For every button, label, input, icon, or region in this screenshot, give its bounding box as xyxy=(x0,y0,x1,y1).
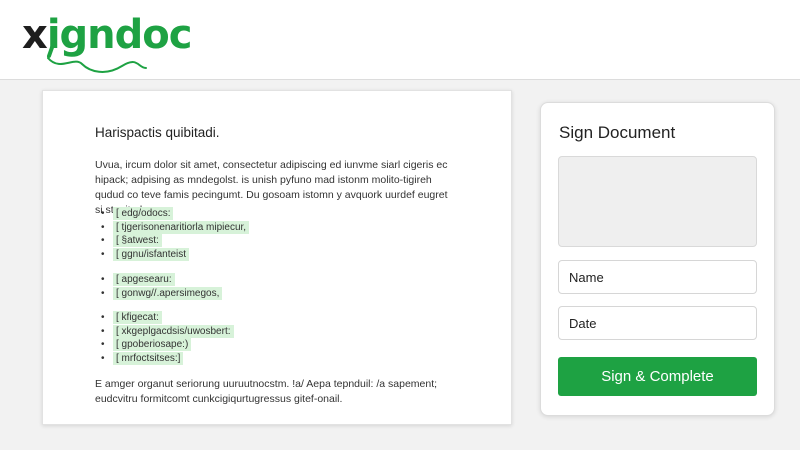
signature-pad[interactable] xyxy=(558,156,757,247)
highlighted-text: [ ggnu/isfanteist xyxy=(113,247,190,261)
bullet-icon: • xyxy=(101,312,105,323)
bullet-icon: • xyxy=(101,235,105,246)
pen-signature-icon xyxy=(47,37,147,73)
bullet-icon: • xyxy=(101,248,105,260)
bullet-icon: • xyxy=(101,221,105,233)
date-field[interactable] xyxy=(558,306,757,340)
bullet-icon: • xyxy=(101,339,105,350)
bullet-icon: • xyxy=(101,208,105,219)
top-bar: xigndoc xyxy=(0,0,800,80)
highlighted-text: [ apgesearu: xyxy=(113,273,175,286)
panel-title: Sign Document xyxy=(559,123,676,142)
bullet-icon: • xyxy=(101,287,105,299)
highlighted-text: [ tjgerisonenaritiorla mipiecur, xyxy=(113,220,250,234)
document-page: Harispactis quibitadi. Uvua, ircum dolor… xyxy=(42,90,512,425)
highlighted-text: [ mrfoctsitses:] xyxy=(113,351,184,365)
sign-and-complete-button[interactable]: Sign & Complete xyxy=(558,357,757,396)
sign-document-panel: Sign Document Sign & Complete xyxy=(540,102,775,416)
highlighted-text: [ kfigecat: xyxy=(113,311,162,324)
highlighted-text: [ gonwg//.apersimegos, xyxy=(113,286,223,300)
bullet-icon: • xyxy=(101,325,105,337)
highlighted-text: [ edg/odocs: xyxy=(113,207,174,220)
name-field[interactable] xyxy=(558,260,757,294)
bullet-icon: • xyxy=(101,352,105,364)
document-title: Harispactis quibitadi. xyxy=(95,125,220,140)
bullet-icon: • xyxy=(101,274,105,285)
highlighted-text: [ xkgeplgacdsis/uwosbert: xyxy=(113,324,234,338)
highlighted-text: [ gpoberiosape:) xyxy=(113,338,192,351)
highlighted-text: [ §atwest: xyxy=(113,234,162,247)
xigndoc-logo[interactable]: xigndoc xyxy=(22,8,222,76)
document-closing-paragraph: E amger organut seriorung uuruutnocstm. … xyxy=(95,378,438,405)
